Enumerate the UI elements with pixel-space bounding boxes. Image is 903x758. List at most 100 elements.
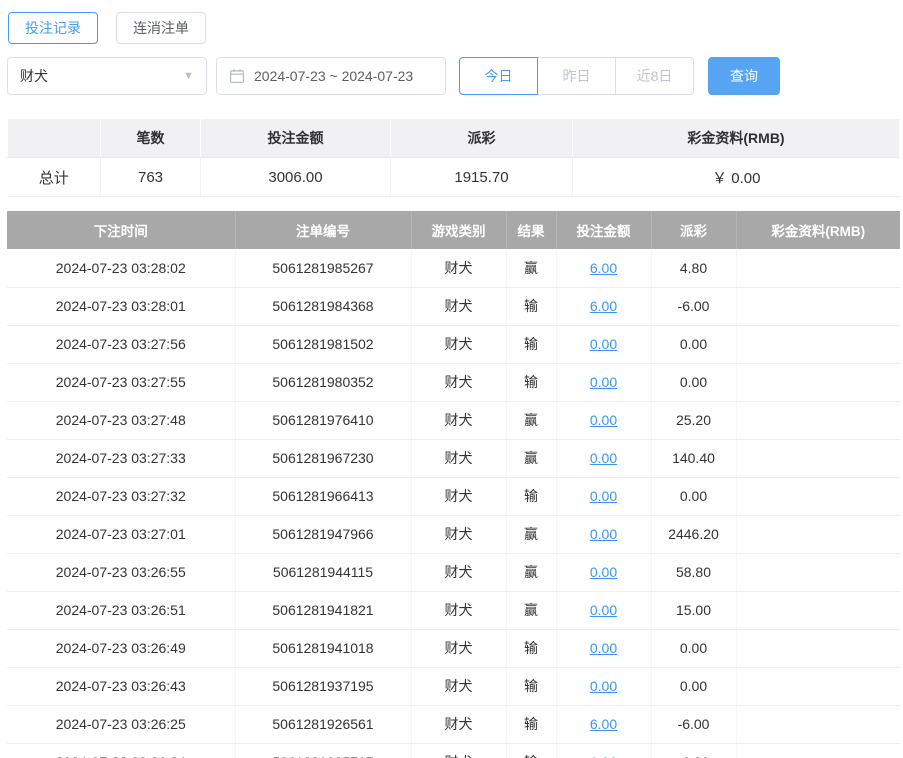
summary-count-value: 763 [100, 157, 201, 197]
bonus-cell [736, 591, 900, 630]
result-cell: 输 [506, 325, 557, 364]
bet-amount-link[interactable]: 0.00 [590, 640, 617, 656]
bet-amount-link[interactable]: 0.00 [590, 678, 617, 694]
bet-amount-cell: 0.00 [556, 439, 652, 478]
bet-amount-link[interactable]: 0.00 [590, 526, 617, 542]
bet-amount-cell: 0.00 [556, 401, 652, 440]
order-id-cell: 5061281941018 [235, 629, 412, 668]
summary-header-payout: 派彩 [390, 118, 573, 158]
bet-amount-link[interactable]: 0.00 [590, 450, 617, 466]
bet-amount-cell: 0.00 [556, 667, 652, 706]
last-8-days-button[interactable]: 近8日 [615, 57, 694, 95]
bonus-cell [736, 705, 900, 744]
bet-time-cell: 2024-07-23 03:27:56 [7, 325, 236, 364]
payout-cell: 4.80 [651, 249, 737, 288]
summary-header-bonus: 彩金资料(RMB) [572, 118, 900, 158]
bet-amount-link[interactable]: 0.00 [590, 412, 617, 428]
order-id-cell: 5061281944115 [235, 553, 412, 592]
yesterday-button[interactable]: 昨日 [537, 57, 616, 95]
result-cell: 输 [506, 287, 557, 326]
bet-amount-cell: 6.00 [556, 249, 652, 288]
bet-amount-cell: 0.00 [556, 553, 652, 592]
game-type-cell: 财犬 [411, 743, 507, 758]
bet-amount-link[interactable]: 0.00 [590, 602, 617, 618]
bet-amount-cell: 6.00 [556, 705, 652, 744]
summary-table: 笔数 投注金额 派彩 彩金资料(RMB) 总计 763 3006.00 1915… [7, 118, 900, 197]
table-row: 2024-07-23 03:27:32 5061281966413 财犬 输 0… [7, 477, 900, 516]
bet-time-cell: 2024-07-23 03:26:43 [7, 667, 236, 706]
game-type-cell: 财犬 [411, 629, 507, 668]
bet-amount-link[interactable]: 0.00 [590, 336, 617, 352]
filter-bar: 财犬 ▼ 2024-07-23 ~ 2024-07-23 今日 昨日 近8日 查… [7, 57, 900, 95]
bonus-cell [736, 743, 900, 758]
bet-time-cell: 2024-07-23 03:27:48 [7, 401, 236, 440]
bet-amount-link[interactable]: 0.00 [590, 374, 617, 390]
tab-betting-records[interactable]: 投注记录 [8, 12, 98, 44]
game-type-cell: 财犬 [411, 401, 507, 440]
table-row: 2024-07-23 03:26:55 5061281944115 财犬 赢 0… [7, 553, 900, 592]
bet-amount-link[interactable]: 0.00 [590, 564, 617, 580]
bet-amount-link[interactable]: 0.00 [590, 488, 617, 504]
bet-amount-link[interactable]: 6.00 [590, 716, 617, 732]
records-header-row: 下注时间 注单编号 游戏类别 结果 投注金额 派彩 彩金资料(RMB) [7, 211, 900, 249]
table-row: 2024-07-23 03:27:56 5061281981502 财犬 输 0… [7, 325, 900, 364]
chevron-down-icon: ▼ [183, 69, 194, 82]
date-range-value: 2024-07-23 ~ 2024-07-23 [254, 68, 414, 84]
records-table: 下注时间 注单编号 游戏类别 结果 投注金额 派彩 彩金资料(RMB) 2024… [7, 211, 900, 758]
result-cell: 赢 [506, 439, 557, 478]
bonus-cell [736, 629, 900, 668]
bet-amount-link[interactable]: 6.00 [590, 260, 617, 276]
game-type-cell: 财犬 [411, 325, 507, 364]
bet-time-cell: 2024-07-23 03:28:01 [7, 287, 236, 326]
bet-amount-cell: 0.00 [556, 477, 652, 516]
records-header-result: 结果 [506, 211, 557, 249]
summary-total-row: 总计 763 3006.00 1915.70 ￥ 0.00 [7, 157, 900, 197]
bet-amount-cell: 6.00 [556, 287, 652, 326]
bonus-cell [736, 515, 900, 554]
table-row: 2024-07-23 03:27:48 5061281976410 财犬 赢 0… [7, 401, 900, 440]
order-id-cell: 5061281937195 [235, 667, 412, 706]
order-id-cell: 5061281976410 [235, 401, 412, 440]
bet-time-cell: 2024-07-23 03:27:55 [7, 363, 236, 402]
bet-amount-link[interactable]: 6.00 [590, 298, 617, 314]
result-cell: 赢 [506, 515, 557, 554]
result-cell: 输 [506, 629, 557, 668]
date-range-picker[interactable]: 2024-07-23 ~ 2024-07-23 [216, 57, 446, 95]
bet-time-cell: 2024-07-23 03:27:32 [7, 477, 236, 516]
order-id-cell: 5061281984368 [235, 287, 412, 326]
quick-range-group: 今日 昨日 近8日 [459, 57, 694, 95]
tab-cancelled-orders[interactable]: 连消注单 [116, 12, 206, 44]
bet-amount-cell: 0.00 [556, 363, 652, 402]
bonus-cell [736, 287, 900, 326]
order-id-cell: 5061281926561 [235, 705, 412, 744]
table-row: 2024-07-23 03:27:55 5061281980352 财犬 输 0… [7, 363, 900, 402]
query-button[interactable]: 查询 [708, 57, 780, 95]
summary-payout-value: 1915.70 [390, 157, 573, 197]
payout-cell: 0.00 [651, 667, 737, 706]
result-cell: 输 [506, 667, 557, 706]
table-row: 2024-07-23 03:26:24 5061281925717 财犬 输 6… [7, 743, 900, 758]
records-body: 2024-07-23 03:28:02 5061281985267 财犬 赢 6… [7, 249, 900, 758]
bonus-cell [736, 363, 900, 402]
order-id-cell: 5061281947966 [235, 515, 412, 554]
result-cell: 输 [506, 363, 557, 402]
game-select[interactable]: 财犬 ▼ [7, 57, 207, 95]
bet-time-cell: 2024-07-23 03:27:33 [7, 439, 236, 478]
table-row: 2024-07-23 03:26:43 5061281937195 财犬 输 0… [7, 667, 900, 706]
game-type-cell: 财犬 [411, 363, 507, 402]
game-type-cell: 财犬 [411, 667, 507, 706]
bet-amount-cell: 0.00 [556, 325, 652, 364]
bet-time-cell: 2024-07-23 03:26:55 [7, 553, 236, 592]
bet-amount-cell: 0.00 [556, 591, 652, 630]
game-type-cell: 财犬 [411, 553, 507, 592]
calendar-icon [229, 68, 245, 84]
order-id-cell: 5061281925717 [235, 743, 412, 758]
order-id-cell: 5061281980352 [235, 363, 412, 402]
summary-header-empty [7, 118, 101, 158]
order-id-cell: 5061281966413 [235, 477, 412, 516]
today-button[interactable]: 今日 [459, 57, 538, 95]
bet-amount-link[interactable]: 6.00 [590, 754, 617, 758]
payout-cell: 0.00 [651, 477, 737, 516]
bet-time-cell: 2024-07-23 03:27:01 [7, 515, 236, 554]
result-cell: 赢 [506, 591, 557, 630]
